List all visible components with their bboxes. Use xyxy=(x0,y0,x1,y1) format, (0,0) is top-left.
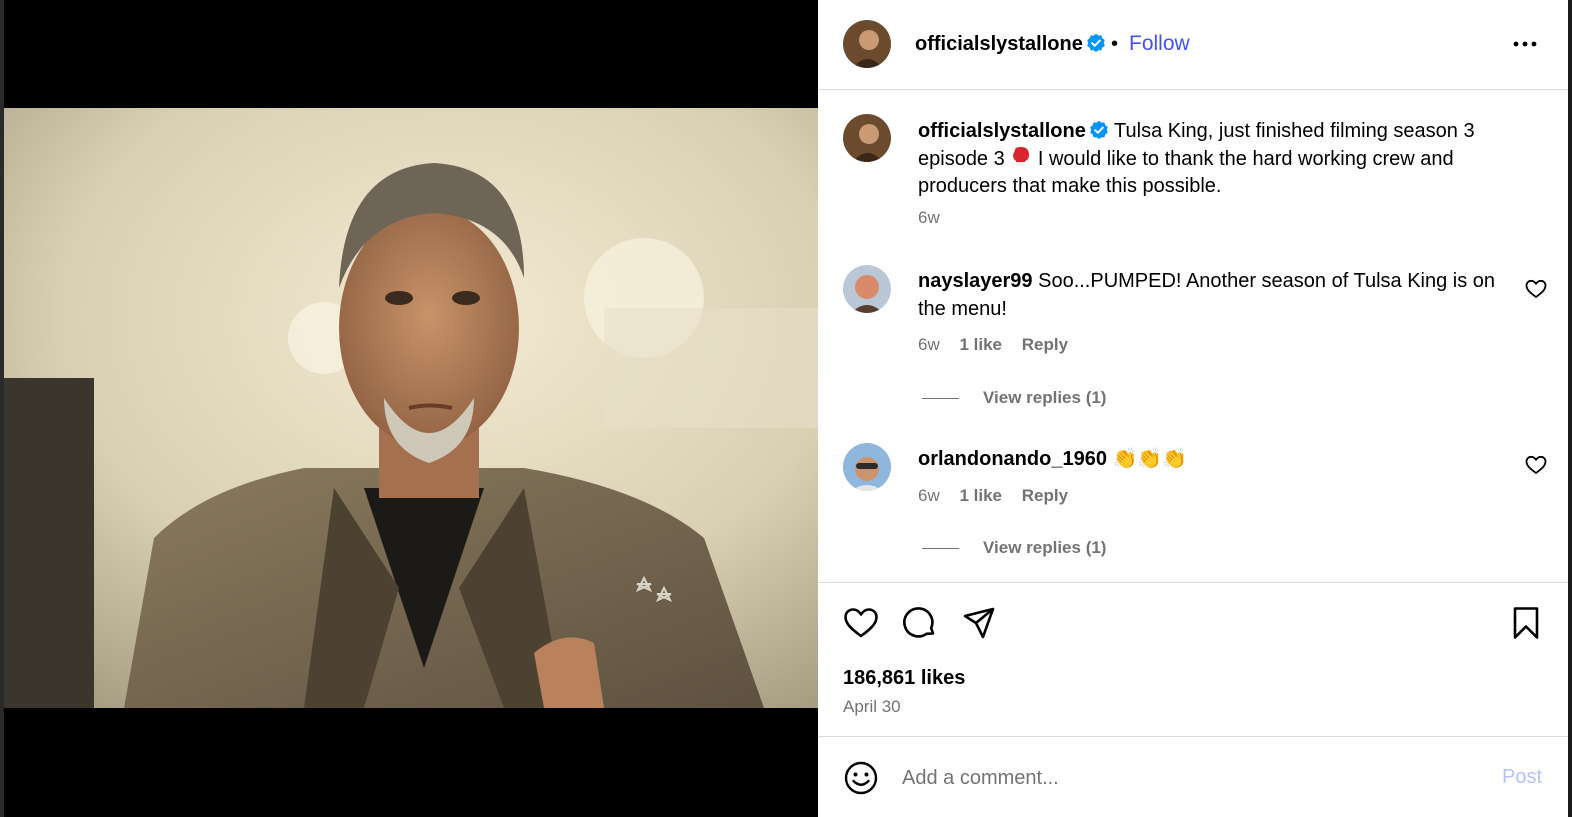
author-username-text[interactable]: officialslystallone xyxy=(915,33,1083,55)
verified-badge-icon xyxy=(1087,33,1105,52)
heart-icon[interactable] xyxy=(843,605,879,641)
view-replies-button[interactable]: View replies (1) xyxy=(922,388,1106,408)
post-date[interactable]: April 30 xyxy=(843,697,901,717)
commenter-username[interactable]: nayslayer99 xyxy=(918,270,1033,292)
comment-text: orlandonando_1960 👏👏👏 xyxy=(918,445,1508,473)
post-header: officialslystallone • Follow xyxy=(818,0,1568,90)
view-replies-button[interactable]: View replies (1) xyxy=(922,538,1106,558)
follow-button[interactable]: Follow xyxy=(1129,32,1190,56)
view-replies-label[interactable]: View replies (1) xyxy=(983,388,1106,407)
author-username[interactable]: officialslystallone xyxy=(915,33,1106,56)
comment-meta: 6w 1 like Reply xyxy=(918,335,1083,355)
post-comment-button[interactable]: Post xyxy=(1502,766,1542,789)
caption-text: officialslystallone Tulsa King, just fin… xyxy=(918,118,1518,201)
comment-meta: 6w 1 like Reply xyxy=(918,486,1083,506)
view-replies-label[interactable]: View replies (1) xyxy=(983,538,1106,557)
caption-author-avatar[interactable] xyxy=(843,114,891,162)
comment-input[interactable] xyxy=(902,760,1462,796)
post-media xyxy=(0,0,818,817)
post-details-panel: officialslystallone • Follow officialsly… xyxy=(818,0,1568,817)
caption-timestamp[interactable]: 6w xyxy=(918,208,940,228)
verified-badge-icon xyxy=(1090,120,1108,139)
comment-time[interactable]: 6w xyxy=(918,486,940,505)
comment-text: nayslayer99 Soo...PUMPED! Another season… xyxy=(918,267,1508,323)
comment-likes[interactable]: 1 like xyxy=(959,335,1002,354)
more-options-icon[interactable] xyxy=(1510,30,1540,58)
comment-time[interactable]: 6w xyxy=(918,335,940,354)
author-avatar[interactable] xyxy=(843,20,891,68)
boxing-glove-icon xyxy=(1013,146,1030,166)
commenter-avatar[interactable] xyxy=(843,443,891,491)
caption-username[interactable]: officialslystallone xyxy=(918,120,1086,142)
like-comment-heart-icon[interactable] xyxy=(1525,279,1547,299)
add-comment-bar: Post xyxy=(818,738,1568,817)
likes-count[interactable]: 186,861 likes xyxy=(843,667,965,690)
reply-button[interactable]: Reply xyxy=(1022,335,1068,354)
post-actions-section: 186,861 likes April 30 xyxy=(818,582,1568,737)
emoji-icon[interactable] xyxy=(843,760,879,796)
separator-dot: • xyxy=(1111,33,1119,55)
comment-icon[interactable] xyxy=(902,605,938,641)
window-edge-right xyxy=(1568,0,1572,817)
reply-button[interactable]: Reply xyxy=(1022,486,1068,505)
view-replies-line xyxy=(922,548,959,550)
view-replies-line xyxy=(922,398,959,400)
comment-body: 👏👏👏 xyxy=(1112,448,1188,470)
commenter-avatar[interactable] xyxy=(843,265,891,313)
comment-likes[interactable]: 1 like xyxy=(959,486,1002,505)
commenter-username[interactable]: orlandonando_1960 xyxy=(918,448,1107,470)
like-comment-heart-icon[interactable] xyxy=(1525,455,1547,475)
share-icon[interactable] xyxy=(961,605,997,641)
bookmark-icon[interactable] xyxy=(1508,605,1544,641)
post-photo[interactable] xyxy=(4,108,818,708)
post-viewer: officialslystallone • Follow officialsly… xyxy=(0,0,1572,817)
